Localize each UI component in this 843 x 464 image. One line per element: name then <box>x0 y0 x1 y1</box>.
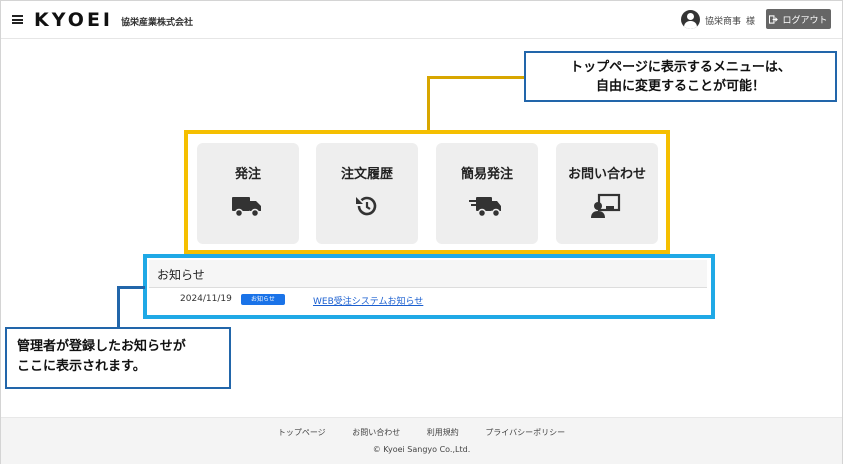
company-name: 協栄産業株式会社 <box>121 18 194 28</box>
menu-tile-quick-order[interactable]: 簡易発注 <box>436 143 538 244</box>
notice-header: お知らせ <box>149 260 707 288</box>
support-icon <box>591 193 621 218</box>
copyright-text: © Kyoei Sangyo Co.,Ltd. <box>372 445 471 454</box>
logout-label: ログアウト <box>782 15 828 26</box>
logout-button[interactable]: ログアウト <box>766 9 831 29</box>
callout-connector <box>117 286 120 328</box>
notice-title: お知らせ <box>157 268 205 282</box>
callout-connector <box>427 76 526 79</box>
footer-link-terms[interactable]: 利用規約 <box>427 428 459 437</box>
callout-text: 自由に変更することが可能！ <box>595 79 765 94</box>
footer-link-top[interactable]: トップページ <box>278 428 326 437</box>
menu-tile-label: 注文履歴 <box>340 167 393 182</box>
notice-link[interactable]: WEB受注システムお知らせ <box>313 294 423 307</box>
menu-tile-label: お問い合わせ <box>567 167 646 182</box>
annotation-callout-menu: トップページに表示するメニューは、 自由に変更することが可能！ <box>524 51 837 102</box>
truck-icon <box>232 197 261 218</box>
callout-text: ここに表示されます。 <box>17 359 146 374</box>
callout-connector <box>117 286 145 289</box>
annotation-callout-notice: 管理者が登録したお知らせが ここに表示されます。 <box>5 327 231 389</box>
brand-logo[interactable]: KYOEI <box>34 9 113 31</box>
user-honorific: 様 <box>746 17 756 27</box>
menu-tile-label: 簡易発注 <box>460 167 513 182</box>
callout-connector <box>427 76 430 132</box>
footer-link-privacy[interactable]: プライバシーポリシー <box>485 428 565 437</box>
callout-text: トップページに表示するメニューは、 <box>570 60 791 75</box>
history-icon <box>356 196 377 216</box>
notice-date: 2024/11/19 <box>180 294 232 304</box>
app-header: KYOEI 協栄産業株式会社 協栄商事 様 ログアウト <box>1 1 842 39</box>
user-avatar-icon <box>681 10 700 29</box>
fast-truck-icon <box>469 197 501 218</box>
user-name: 協栄商事 <box>705 17 742 27</box>
page-footer: トップページ お問い合わせ 利用規約 プライバシーポリシー © Kyoei Sa… <box>1 417 842 464</box>
menu-tile-contact[interactable]: お問い合わせ <box>556 143 658 244</box>
notice-category-badge: お知らせ <box>241 294 285 305</box>
callout-text: 管理者が登録したお知らせが <box>17 339 186 354</box>
footer-links: トップページ お問い合わせ 利用規約 プライバシーポリシー <box>1 427 842 438</box>
footer-link-contact[interactable]: お問い合わせ <box>352 428 400 437</box>
menu-tile-order[interactable]: 発注 <box>197 143 299 244</box>
menu-icon[interactable] <box>12 15 23 24</box>
menu-tile-order-history[interactable]: 注文履歴 <box>316 143 418 244</box>
logout-icon <box>769 14 779 24</box>
menu-tile-label: 発注 <box>234 167 261 182</box>
